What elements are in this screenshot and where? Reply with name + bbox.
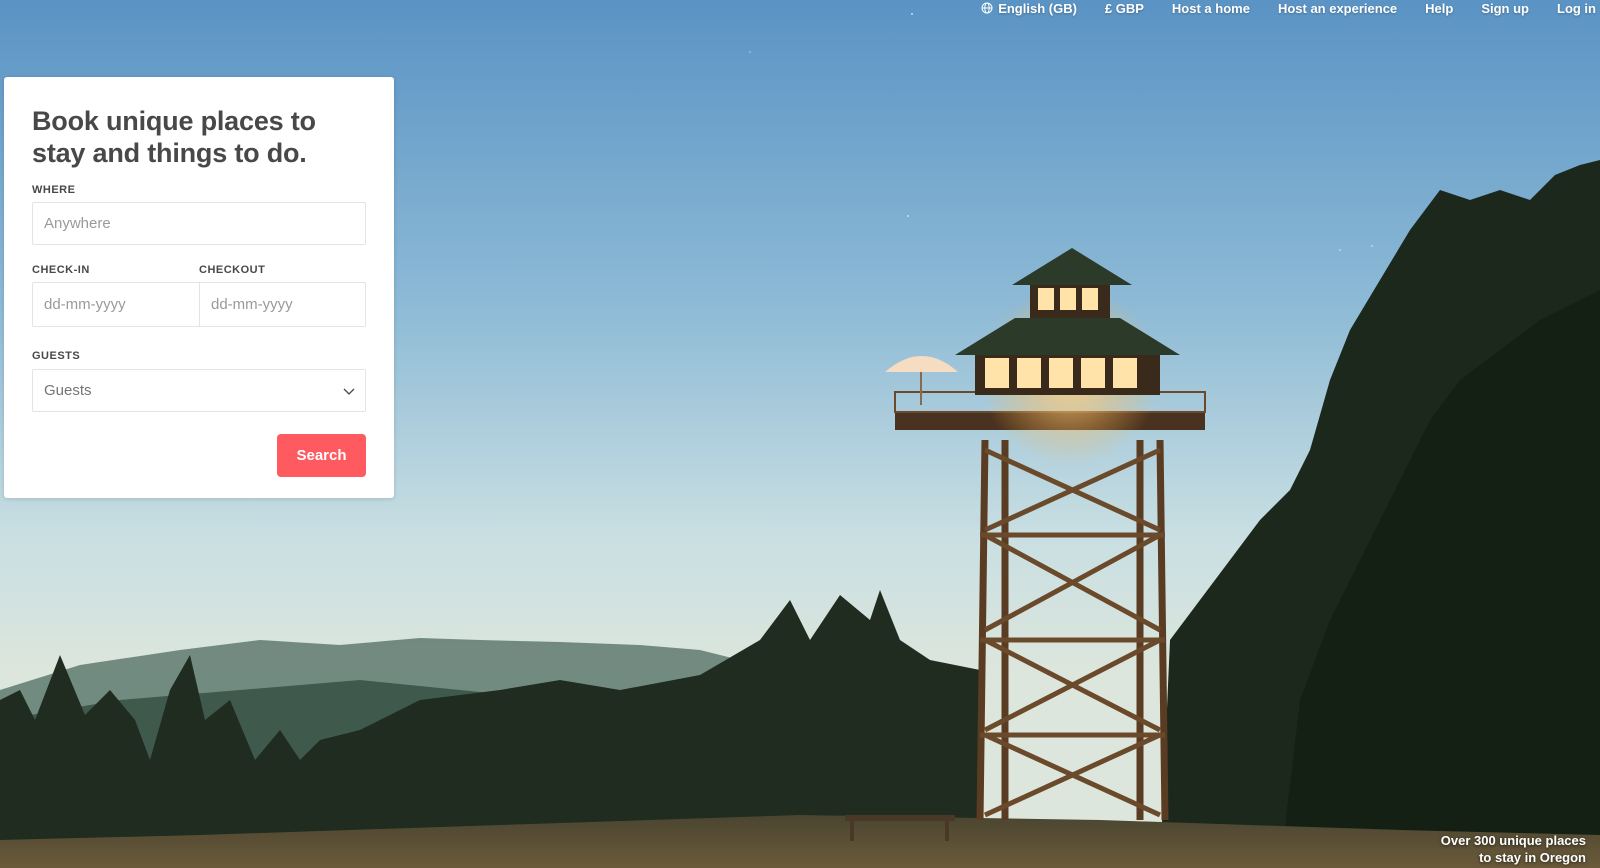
nav-host-home[interactable]: Host a home [1172,1,1250,16]
top-navigation: English (GB) £ GBP Host a home Host an e… [953,0,1600,16]
guests-select-value: Guests [44,382,92,399]
nav-help[interactable]: Help [1425,1,1453,16]
where-label: WHERE [32,184,76,196]
checkin-label: CHECK-IN [32,264,90,276]
where-input[interactable] [32,202,366,245]
chevron-down-icon [343,388,355,395]
nav-login[interactable]: Log in [1557,1,1596,16]
hero-caption-line1: Over 300 unique places [1440,833,1586,848]
nav-language-label: English (GB) [998,0,1077,16]
search-card-title: Book unique places to stay and things to… [32,106,316,168]
hero-caption-line2: to stay in Oregon [1479,850,1586,865]
nav-currency[interactable]: £ GBP [1105,1,1144,16]
checkin-input[interactable] [32,282,200,327]
nav-host-experience[interactable]: Host an experience [1278,1,1397,16]
hero-caption[interactable]: Over 300 unique places to stay in Oregon [1386,832,1586,866]
checkout-label: CHECKOUT [199,264,266,276]
checkout-input[interactable] [199,282,366,327]
guests-select[interactable]: Guests [32,369,366,412]
search-button[interactable]: Search [277,434,366,477]
search-card: Book unique places to stay and things to… [4,77,394,498]
page: English (GB) £ GBP Host a home Host an e… [0,0,1600,868]
nav-signup[interactable]: Sign up [1481,1,1529,16]
guests-label: GUESTS [32,350,81,362]
nav-language[interactable]: English (GB) [981,1,1077,16]
globe-icon [981,2,993,14]
